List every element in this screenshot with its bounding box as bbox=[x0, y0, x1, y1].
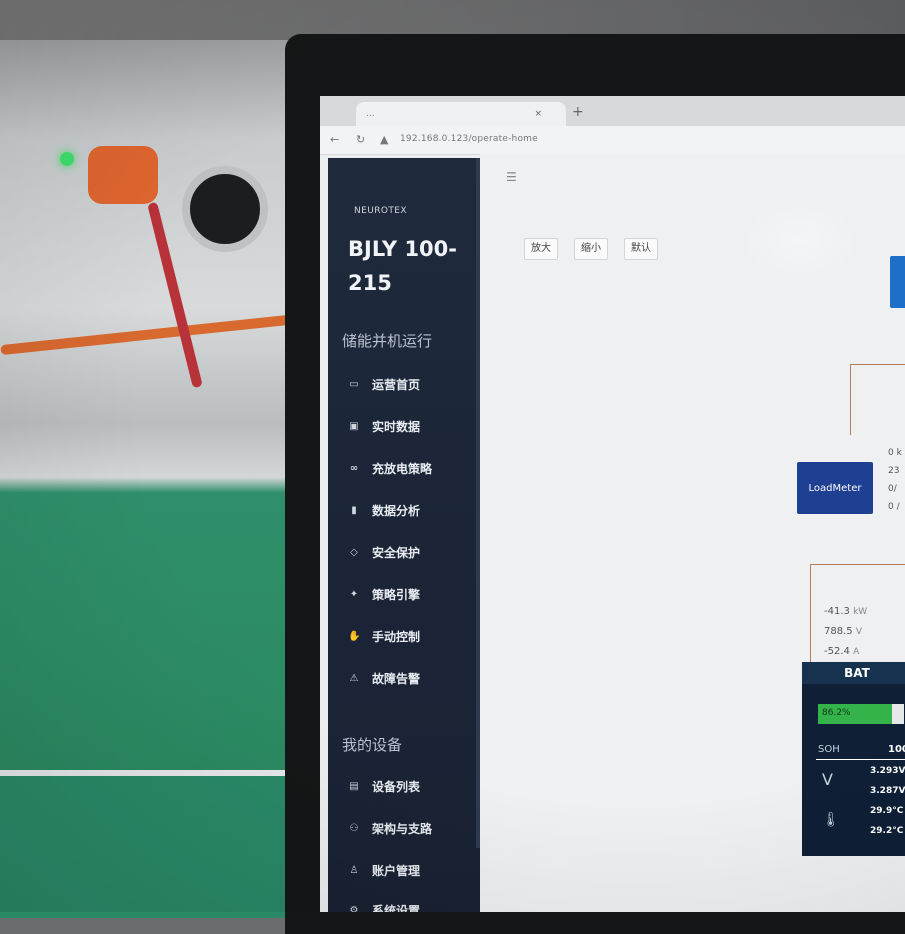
sidebar-item-label: 策略引擎 bbox=[372, 588, 421, 602]
new-tab-icon[interactable]: + bbox=[572, 104, 584, 120]
user-icon: ♙ bbox=[349, 865, 359, 876]
cell-temp-min: 29.2°C bbox=[870, 826, 904, 836]
zoom-in-button[interactable]: 放大 bbox=[524, 238, 558, 260]
browser-tab-bar: ... × + bbox=[320, 96, 905, 126]
home-icon: ▭ bbox=[349, 379, 359, 390]
zoom-out-button[interactable]: 缩小 bbox=[574, 238, 608, 260]
sidebar-item-safety[interactable]: ◇ 安全保护 bbox=[348, 544, 420, 561]
sidebar-item-label: 设备列表 bbox=[372, 780, 421, 794]
sidebar-item-architecture[interactable]: ⚇ 架构与支路 bbox=[348, 820, 433, 837]
loadmeter-value: 0/ bbox=[888, 484, 897, 494]
battery-title: BAT bbox=[802, 662, 905, 684]
list-icon: ▤ bbox=[349, 781, 359, 792]
loadmeter-value: 23 bbox=[888, 466, 900, 476]
sidebar-item-home[interactable]: ▭ 运营首页 bbox=[348, 376, 420, 393]
sidebar-item-label: 安全保护 bbox=[372, 546, 421, 560]
url-field[interactable]: 192.168.0.123/operate-home bbox=[400, 134, 538, 144]
workbench-edge bbox=[0, 770, 300, 918]
green-led bbox=[60, 152, 74, 166]
sidebar-item-label: 运营首页 bbox=[372, 378, 421, 392]
power-unit: kW bbox=[853, 607, 868, 617]
equipment-rack-background bbox=[0, 0, 300, 770]
rotary-switch bbox=[182, 166, 268, 252]
monitor-icon: ▣ bbox=[349, 421, 359, 432]
loadmeter-node[interactable]: LoadMeter bbox=[797, 462, 873, 514]
sidebar-item-label: 架构与支路 bbox=[372, 822, 433, 836]
main-content: ☰ 放大 缩小 默认 LoadMeter 0 k 23 0/ 0 / -41.3… bbox=[480, 154, 905, 912]
soc-bar: 86.2% bbox=[818, 704, 904, 724]
reset-zoom-button[interactable]: 默认 bbox=[624, 238, 658, 260]
sidebar-item-charge-strategy[interactable]: ∞ 充放电策略 bbox=[348, 460, 432, 477]
soh-value: 100 bbox=[888, 744, 905, 755]
device-model-title: BJLY 100-215 bbox=[348, 237, 457, 295]
sidebar-item-system-settings[interactable]: ⚙ 系统设置 bbox=[348, 902, 421, 912]
sidebar-item-label: 充放电策略 bbox=[372, 462, 433, 476]
soc-label: 86.2% bbox=[822, 708, 851, 718]
power-reading: -41.3 kW bbox=[824, 606, 867, 617]
power-value: -41.3 bbox=[824, 606, 850, 617]
sidebar-item-fault-alarm[interactable]: ⚠ 故障告警 bbox=[348, 670, 421, 687]
address-bar: ← ↻ ▲ 192.168.0.123/operate-home bbox=[320, 126, 905, 155]
sidebar-item-label: 手动控制 bbox=[372, 630, 421, 644]
sidebar-item-manual-control[interactable]: ✋ 手动控制 bbox=[348, 628, 420, 645]
sidebar-item-label: 账户管理 bbox=[372, 864, 421, 878]
engine-icon: ✦ bbox=[349, 589, 359, 600]
shield-icon: ◇ bbox=[350, 547, 358, 558]
battery-card[interactable]: BAT 86.2% SOH 100 V 3.293V 3.287V 🌡 29.9… bbox=[802, 662, 905, 856]
reload-icon[interactable]: ↻ bbox=[356, 133, 365, 146]
sidebar: NEUROTEX BJLY 100-215 储能并机运行 ▭ 运营首页 ▣ 实时… bbox=[328, 158, 480, 912]
tab-close-icon[interactable]: × bbox=[534, 109, 542, 119]
tab-title: ... bbox=[366, 109, 375, 119]
sidebar-item-data-analysis[interactable]: ▮ 数据分析 bbox=[348, 502, 420, 519]
gear-icon: ⚙ bbox=[349, 905, 359, 912]
grid-node[interactable] bbox=[890, 256, 905, 308]
bar-chart-icon: ▮ bbox=[351, 505, 357, 516]
menu-toggle-icon[interactable]: ☰ bbox=[506, 170, 517, 184]
voltage-value: 788.5 bbox=[824, 626, 853, 637]
not-secure-icon[interactable]: ▲ bbox=[380, 133, 388, 146]
battery-divider bbox=[816, 759, 905, 760]
sidebar-item-label: 实时数据 bbox=[372, 420, 421, 434]
sidebar-item-device-list[interactable]: ▤ 设备列表 bbox=[348, 778, 420, 795]
company-logo: NEUROTEX bbox=[354, 206, 407, 216]
back-icon[interactable]: ← bbox=[330, 133, 339, 146]
cell-voltage-max: 3.293V bbox=[870, 766, 905, 776]
sidebar-item-realtime-data[interactable]: ▣ 实时数据 bbox=[348, 418, 420, 435]
topology-line bbox=[850, 364, 905, 435]
loop-icon: ∞ bbox=[349, 463, 359, 474]
sidebar-item-strategy-engine[interactable]: ✦ 策略引擎 bbox=[348, 586, 420, 603]
loadmeter-value: 0 k bbox=[888, 448, 902, 458]
sidebar-item-label: 系统设置 bbox=[372, 904, 421, 912]
voltage-unit: V bbox=[855, 627, 862, 637]
soh-label: SOH bbox=[818, 744, 840, 755]
sidebar-item-label: 故障告警 bbox=[372, 672, 421, 686]
cell-temp-max: 29.9°C bbox=[870, 806, 904, 816]
voltage-reading: 788.5 V bbox=[824, 626, 862, 637]
alarm-icon: ⚠ bbox=[349, 673, 359, 684]
screen: ... × + ← ↻ ▲ 192.168.0.123/operate-home… bbox=[320, 96, 905, 912]
section-title-run: 储能并机运行 bbox=[342, 332, 433, 350]
loadmeter-value: 0 / bbox=[888, 502, 900, 512]
cell-voltage-min: 3.287V bbox=[870, 786, 905, 796]
orange-plug bbox=[88, 146, 158, 204]
current-value: -52.4 bbox=[824, 646, 850, 657]
current-reading: -52.4 A bbox=[824, 646, 859, 657]
section-title-devices: 我的设备 bbox=[342, 736, 403, 754]
topology-icon: ⚇ bbox=[349, 823, 359, 834]
voltage-icon: V bbox=[822, 770, 833, 789]
sidebar-item-label: 数据分析 bbox=[372, 504, 421, 518]
hand-icon: ✋ bbox=[348, 631, 361, 642]
thermometer-icon: 🌡 bbox=[822, 812, 840, 828]
sidebar-item-accounts[interactable]: ♙ 账户管理 bbox=[348, 862, 421, 879]
current-unit: A bbox=[853, 647, 860, 657]
browser-tab[interactable]: ... × bbox=[356, 102, 566, 126]
